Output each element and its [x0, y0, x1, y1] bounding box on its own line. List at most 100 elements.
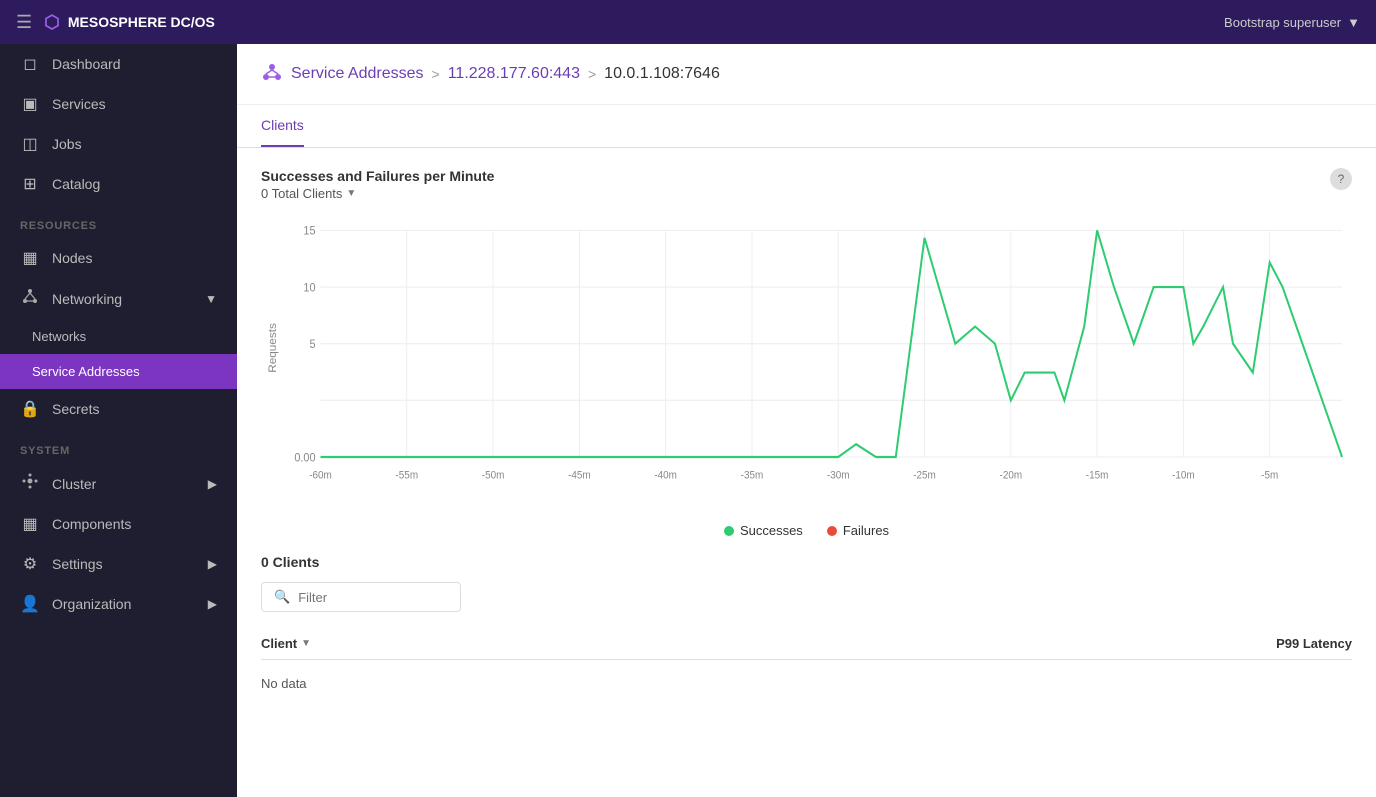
catalog-icon: ⊞ [20, 174, 40, 194]
sidebar-item-services[interactable]: ▣ Services [0, 84, 237, 124]
svg-text:Requests: Requests [267, 323, 279, 373]
svg-text:-30m: -30m [827, 470, 850, 481]
sidebar-item-label: Organization [52, 596, 131, 612]
hamburger-icon[interactable]: ☰ [16, 12, 32, 33]
successes-label: Successes [740, 523, 803, 538]
sidebar-item-label: Settings [52, 556, 103, 572]
sidebar-item-nodes[interactable]: ▦ Nodes [0, 238, 237, 278]
failures-label: Failures [843, 523, 889, 538]
sidebar-item-label: Dashboard [52, 56, 121, 72]
sidebar-item-networking[interactable]: Networking ▼ [0, 278, 237, 319]
sidebar-item-label: Components [52, 516, 131, 532]
svg-text:-10m: -10m [1172, 470, 1195, 481]
user-menu[interactable]: Bootstrap superuser ▼ [1224, 15, 1360, 30]
chevron-right-icon: ▶ [208, 477, 217, 491]
sidebar-item-settings[interactable]: ⚙ Settings ▶ [0, 544, 237, 584]
topbar-left: ☰ ⬡ MESOSPHERE DC/OS [16, 12, 215, 33]
svg-text:-45m: -45m [568, 470, 591, 481]
networking-icon [20, 288, 40, 309]
client-column-label: Client [261, 636, 297, 651]
sidebar-item-dashboard[interactable]: ◻ Dashboard [0, 44, 237, 84]
secrets-icon: 🔒 [20, 399, 40, 419]
tab-clients[interactable]: Clients [261, 105, 304, 147]
svg-text:-60m: -60m [309, 470, 332, 481]
sidebar-item-cluster[interactable]: Cluster ▶ [0, 463, 237, 504]
content-area: Successes and Failures per Minute 0 Tota… [237, 148, 1376, 797]
svg-text:15: 15 [303, 225, 315, 237]
sidebar-item-networks[interactable]: Networks [0, 319, 237, 354]
sidebar-item-label: Service Addresses [32, 364, 140, 379]
logo-icon: ⬡ [44, 12, 60, 33]
filter-bar[interactable]: 🔍 [261, 582, 461, 612]
app-logo: ⬡ MESOSPHERE DC/OS [44, 12, 215, 33]
client-column-header[interactable]: Client ▼ [261, 636, 311, 651]
breadcrumb-address1-link[interactable]: 11.228.177.60:443 [448, 65, 580, 83]
breadcrumb-parent-link[interactable]: Service Addresses [291, 65, 424, 83]
search-icon: 🔍 [274, 589, 290, 605]
sidebar: ◻ Dashboard ▣ Services ◫ Jobs ⊞ Catalog … [0, 44, 237, 797]
sidebar-item-organization[interactable]: 👤 Organization ▶ [0, 584, 237, 624]
chevron-down-icon: ▼ [205, 292, 217, 306]
components-icon: ▦ [20, 514, 40, 534]
sidebar-item-service-addresses[interactable]: Service Addresses [0, 354, 237, 389]
no-data-message: No data [261, 660, 1352, 707]
breadcrumb: Service Addresses > 11.228.177.60:443 > … [237, 44, 1376, 105]
svg-text:5: 5 [309, 339, 315, 351]
topbar: ☰ ⬡ MESOSPHERE DC/OS Bootstrap superuser… [0, 0, 1376, 44]
breadcrumb-sep-1: > [432, 66, 440, 82]
layout: ◻ Dashboard ▣ Services ◫ Jobs ⊞ Catalog … [0, 44, 1376, 797]
svg-text:-55m: -55m [396, 470, 419, 481]
sidebar-item-secrets[interactable]: 🔒 Secrets [0, 389, 237, 429]
table-header: Client ▼ P99 Latency [261, 628, 1352, 660]
chart-title: Successes and Failures per Minute [261, 168, 494, 184]
settings-icon: ⚙ [20, 554, 40, 574]
p99-latency-column-header: P99 Latency [1276, 636, 1352, 651]
resources-section-label: Resources [0, 204, 237, 238]
organization-icon: 👤 [20, 594, 40, 614]
sidebar-item-label: Nodes [52, 250, 92, 266]
svg-text:-20m: -20m [1000, 470, 1023, 481]
svg-text:-5m: -5m [1261, 470, 1278, 481]
svg-text:-25m: -25m [913, 470, 936, 481]
system-section-label: System [0, 429, 237, 463]
cluster-icon [20, 473, 40, 494]
sidebar-item-components[interactable]: ▦ Components [0, 504, 237, 544]
sidebar-item-jobs[interactable]: ◫ Jobs [0, 124, 237, 164]
total-clients-label: 0 Total Clients [261, 186, 342, 201]
chevron-right-icon: ▶ [208, 597, 217, 611]
logo-text: MESOSPHERE DC/OS [68, 14, 215, 30]
svg-text:-40m: -40m [654, 470, 677, 481]
sidebar-item-label: Jobs [52, 136, 82, 152]
breadcrumb-address2: 10.0.1.108:7646 [604, 65, 720, 83]
nodes-icon: ▦ [20, 248, 40, 268]
user-dropdown-icon: ▼ [1347, 15, 1360, 30]
services-icon: ▣ [20, 94, 40, 114]
successes-dot [724, 526, 734, 536]
sidebar-item-label: Catalog [52, 176, 100, 192]
sidebar-item-label: Services [52, 96, 106, 112]
chart-help-icon[interactable]: ? [1330, 168, 1352, 190]
svg-text:-15m: -15m [1086, 470, 1109, 481]
svg-text:-50m: -50m [482, 470, 505, 481]
svg-text:-35m: -35m [741, 470, 764, 481]
sidebar-item-label: Secrets [52, 401, 99, 417]
chart-header: Successes and Failures per Minute 0 Tota… [261, 168, 1352, 201]
legend-failures: Failures [827, 523, 889, 538]
client-sort-icon: ▼ [301, 638, 311, 649]
breadcrumb-sep-2: > [588, 66, 596, 82]
chevron-right-icon: ▶ [208, 557, 217, 571]
chart-legend: Successes Failures [261, 523, 1352, 538]
user-label: Bootstrap superuser [1224, 15, 1341, 30]
dashboard-icon: ◻ [20, 54, 40, 74]
sidebar-item-label: Cluster [52, 476, 96, 492]
chart-title-area: Successes and Failures per Minute 0 Tota… [261, 168, 494, 201]
sidebar-item-catalog[interactable]: ⊞ Catalog [0, 164, 237, 204]
sidebar-item-label: Networks [32, 329, 86, 344]
svg-text:0.00: 0.00 [294, 452, 315, 464]
filter-input[interactable] [298, 590, 474, 605]
sidebar-item-label: Networking [52, 291, 122, 307]
chart-container: 15 10 5 0.00 Requests -60m -55m -50m -45… [261, 209, 1352, 519]
clients-count-title: 0 Clients [261, 554, 1352, 570]
tabs-bar: Clients [237, 105, 1376, 148]
clients-dropdown-icon[interactable]: ▼ [346, 188, 356, 199]
